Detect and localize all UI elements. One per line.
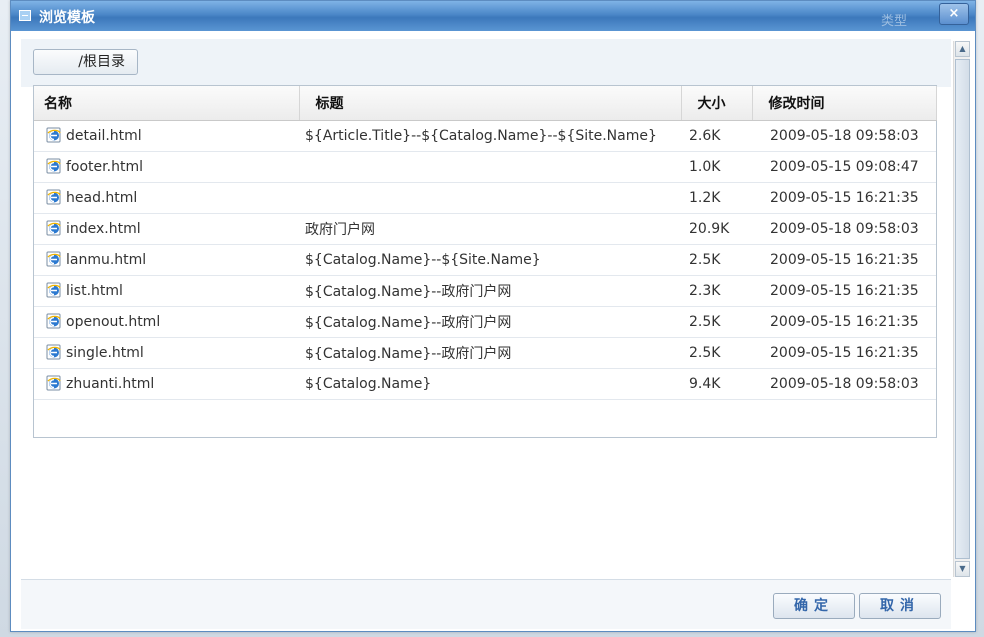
cell-size: 2.3K [681, 275, 752, 307]
file-table: 名称 标题 大小 修改时间 detail.html ${Article.Title… [34, 86, 937, 400]
file-name-text: list.html [66, 283, 123, 299]
cell-file-name[interactable]: list.html [34, 275, 299, 307]
file-name-text: single.html [66, 345, 144, 361]
ie-html-file-icon [46, 282, 62, 298]
browse-template-dialog: 浏览模板 类型 × /根目录 名称 标题 大小 修改时间 detail.html… [10, 0, 976, 632]
table-row[interactable]: footer.html 1.0K 2009-05-15 09:08:47 [34, 151, 936, 183]
scroll-up-arrow-icon[interactable]: ▲ [955, 41, 970, 57]
file-name-text: footer.html [66, 159, 143, 175]
table-row[interactable]: single.html ${Catalog.Name}--政府门户网 2.5K 200… [34, 337, 936, 369]
table-row[interactable]: head.html 1.2K 2009-05-15 16:21:35 [34, 182, 936, 214]
ie-html-file-icon [46, 127, 62, 143]
table-header-row: 名称 标题 大小 修改时间 [34, 86, 937, 121]
column-header-title[interactable]: 标题 [299, 86, 682, 121]
file-name-text: index.html [66, 221, 141, 237]
cell-modified-time: 2009-05-15 16:21:35 [752, 337, 936, 369]
cell-title [299, 151, 681, 183]
cell-size: 2.5K [681, 244, 752, 276]
cell-file-name[interactable]: footer.html [34, 151, 299, 183]
cell-title: ${Catalog.Name}--政府门户网 [299, 275, 681, 307]
file-name-text: openout.html [66, 314, 161, 330]
table-row[interactable]: zhuanti.html ${Catalog.Name} 9.4K 2009-05-1… [34, 368, 936, 400]
cell-size: 2.5K [681, 337, 752, 369]
cell-file-name[interactable]: lanmu.html [34, 244, 299, 276]
file-name-text: lanmu.html [66, 252, 147, 268]
cell-modified-time: 2009-05-18 09:58:03 [752, 213, 936, 245]
column-header-name[interactable]: 名称 [34, 86, 300, 121]
table-row[interactable]: lanmu.html ${Catalog.Name}--${Site.Name} 2… [34, 244, 936, 276]
cell-title [299, 182, 681, 214]
ok-button[interactable]: 确定 [773, 593, 855, 619]
cancel-button[interactable]: 取消 [859, 593, 941, 619]
ie-html-file-icon [46, 313, 62, 329]
template-file-grid: 名称 标题 大小 修改时间 detail.html ${Article.Title… [33, 85, 937, 438]
cell-modified-time: 2009-05-15 16:21:35 [752, 275, 936, 307]
scroll-down-arrow-icon[interactable]: ▼ [955, 561, 970, 577]
cell-modified-time: 2009-05-15 16:21:35 [752, 306, 936, 338]
cell-modified-time: 2009-05-18 09:58:03 [752, 368, 936, 400]
cell-file-name[interactable]: zhuanti.html [34, 368, 299, 400]
cell-modified-time: 2009-05-15 09:08:47 [752, 151, 936, 183]
cell-title: 政府门户网 [299, 213, 681, 245]
column-header-size[interactable]: 大小 [681, 86, 753, 121]
file-name-text: zhuanti.html [66, 376, 155, 392]
root-directory-button[interactable]: /根目录 [33, 49, 138, 75]
cell-file-name[interactable]: single.html [34, 337, 299, 369]
cell-file-name[interactable]: index.html [34, 213, 299, 245]
dialog-titlebar[interactable]: 浏览模板 类型 × [11, 1, 975, 31]
table-row[interactable]: detail.html ${Article.Title}--${Catalog.N… [34, 120, 936, 152]
cell-file-name[interactable]: head.html [34, 182, 299, 214]
cell-size: 1.2K [681, 182, 752, 214]
ie-html-file-icon [46, 251, 62, 267]
path-toolbar: /根目录 [21, 39, 951, 87]
dialog-content: /根目录 名称 标题 大小 修改时间 detail.html ${Article… [21, 39, 951, 573]
cell-file-name[interactable]: detail.html [34, 120, 299, 152]
window-icon [19, 10, 31, 21]
table-row[interactable]: openout.html ${Catalog.Name}--政府门户网 2.5K 20… [34, 306, 936, 338]
file-name-text: head.html [66, 190, 138, 206]
cell-size: 9.4K [681, 368, 752, 400]
cell-size: 2.6K [681, 120, 752, 152]
cell-file-name[interactable]: openout.html [34, 306, 299, 338]
ie-html-file-icon [46, 344, 62, 360]
table-row[interactable]: index.html 政府门户网 20.9K 2009-05-18 09:58:03 [34, 213, 936, 245]
cell-size: 20.9K [681, 213, 752, 245]
ie-html-file-icon [46, 220, 62, 236]
cell-title: ${Catalog.Name}--政府门户网 [299, 306, 681, 338]
cell-title: ${Article.Title}--${Catalog.Name}--${Sit… [299, 120, 681, 152]
cell-title: ${Catalog.Name}--${Site.Name} [299, 244, 681, 276]
file-name-text: detail.html [66, 128, 142, 144]
background-ghost-label: 类型 [881, 14, 908, 29]
dialog-footer: 确定 取消 [21, 579, 951, 629]
ie-html-file-icon [46, 158, 62, 174]
cell-modified-time: 2009-05-15 16:21:35 [752, 182, 936, 214]
column-header-modified[interactable]: 修改时间 [752, 86, 937, 121]
scroll-thumb[interactable] [955, 59, 970, 559]
ie-html-file-icon [46, 375, 62, 391]
cell-modified-time: 2009-05-15 16:21:35 [752, 244, 936, 276]
vertical-scrollbar[interactable]: ▲ ▼ [953, 41, 970, 577]
cell-title: ${Catalog.Name}--政府门户网 [299, 337, 681, 369]
ie-html-file-icon [46, 189, 62, 205]
table-row[interactable]: list.html ${Catalog.Name}--政府门户网 2.3K 2009-… [34, 275, 936, 307]
cell-size: 1.0K [681, 151, 752, 183]
cell-size: 2.5K [681, 306, 752, 338]
cell-title: ${Catalog.Name} [299, 368, 681, 400]
cell-modified-time: 2009-05-18 09:58:03 [752, 120, 936, 152]
close-button[interactable]: × [939, 3, 969, 25]
dialog-title: 浏览模板 [39, 10, 95, 26]
